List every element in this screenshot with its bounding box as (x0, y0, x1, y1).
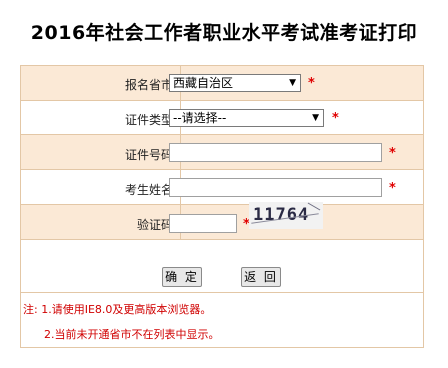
note-line-1: 注: 1.请使用IE8.0及更高版本浏览器。 (23, 303, 212, 316)
admission-form: 报名省市: 西藏自治区 ▼ * 证件类型: --请选择-- ▼ * 证件号码: … (20, 65, 424, 348)
captcha-image[interactable]: 11764 (249, 202, 323, 229)
id-type-select-value: --请选择-- (173, 111, 227, 125)
form-row-captcha: 验证码: * (21, 205, 423, 240)
form-row-notes: 注: 1.请使用IE8.0及更高版本浏览器。 2.当前未开通省市不在列表中显示。 (21, 293, 423, 347)
id-type-select[interactable]: --请选择-- ▼ (169, 109, 324, 127)
captcha-noise-line (307, 202, 321, 211)
form-row-id-number: 证件号码: * (21, 135, 423, 170)
required-mark: * (389, 146, 396, 161)
required-mark: * (308, 76, 315, 91)
name-input[interactable] (169, 178, 382, 197)
id-number-input[interactable] (169, 143, 382, 162)
dropdown-arrow-icon: ▼ (312, 113, 319, 123)
province-select[interactable]: 西藏自治区 ▼ (169, 74, 301, 92)
note-line-2: 2.当前未开通省市不在列表中显示。 (44, 328, 220, 341)
captcha-input[interactable] (169, 214, 237, 233)
form-row-province: 报名省市: 西藏自治区 ▼ * (21, 66, 423, 101)
dropdown-arrow-icon: ▼ (289, 78, 296, 88)
required-mark: * (389, 181, 396, 196)
form-row-buttons: 确 定 返 回 (21, 240, 423, 293)
page-title: 2016年社会工作者职业水平考试准考证打印 (30, 22, 418, 44)
province-select-value: 西藏自治区 (173, 76, 234, 90)
form-row-id-type: 证件类型: --请选择-- ▼ * (21, 101, 423, 135)
confirm-button[interactable]: 确 定 (162, 267, 202, 287)
print-admission-page: 2016年社会工作者职业水平考试准考证打印 报名省市: 西藏自治区 ▼ * 证件… (0, 0, 448, 368)
form-row-name: 考生姓名: * (21, 170, 423, 205)
required-mark: * (332, 111, 339, 126)
back-button[interactable]: 返 回 (241, 267, 281, 287)
